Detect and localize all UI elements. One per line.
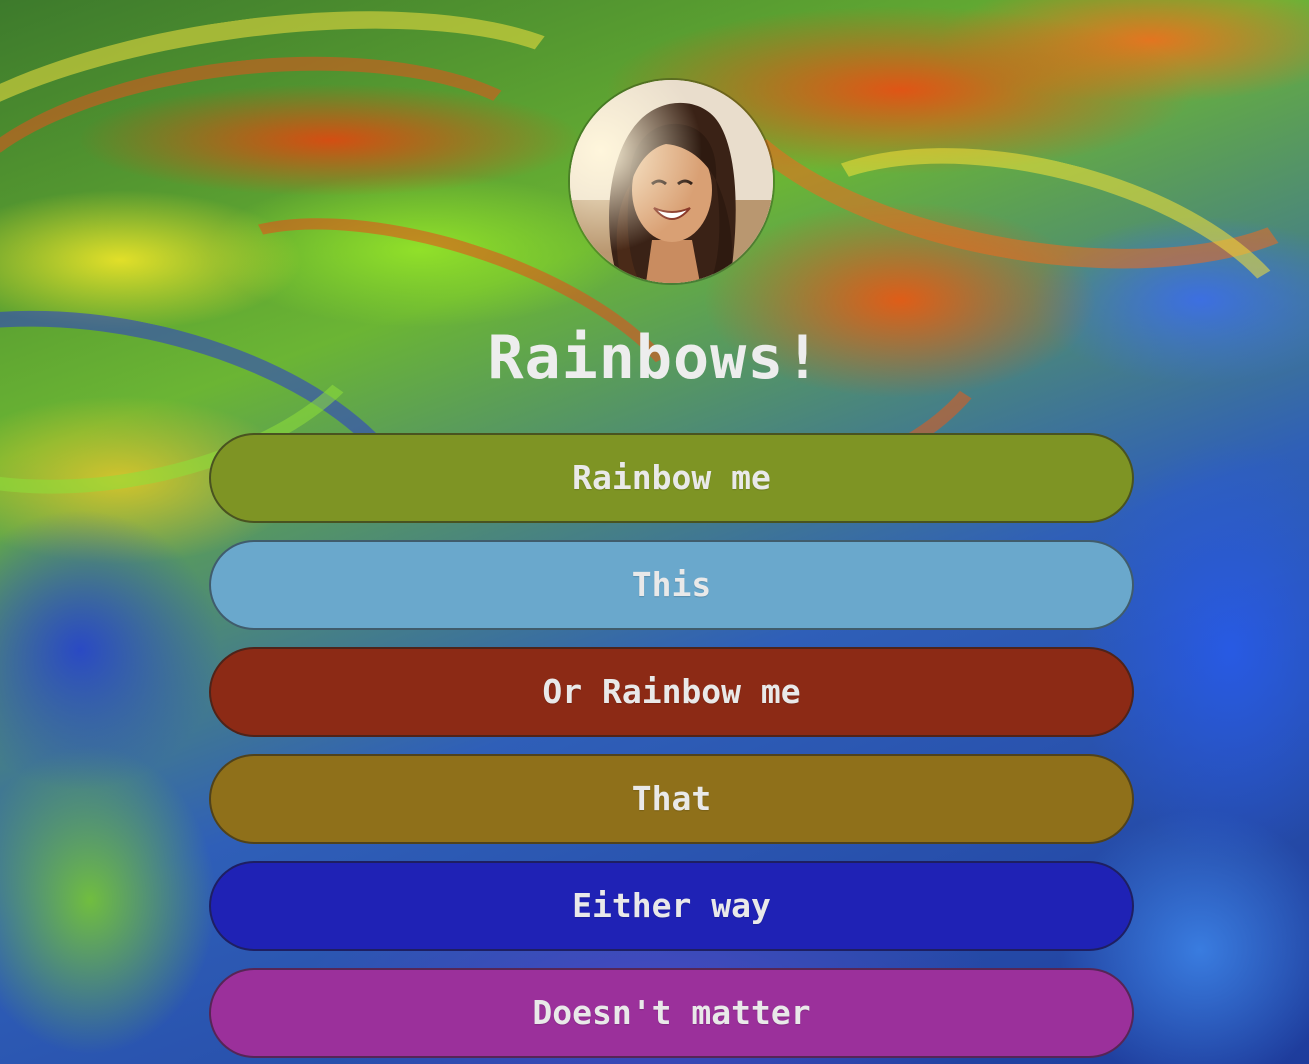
profile-photo <box>570 80 773 283</box>
page-title: Rainbows! <box>487 323 822 393</box>
link-button-rainbow-me[interactable]: Rainbow me <box>209 433 1134 523</box>
link-button-or-rainbow-me[interactable]: Or Rainbow me <box>209 647 1134 737</box>
link-button-either-way[interactable]: Either way <box>209 861 1134 951</box>
link-button-that[interactable]: That <box>209 754 1134 844</box>
link-list: Rainbow me This Or Rainbow me That Eithe… <box>209 433 1134 1064</box>
link-button-doesnt-matter[interactable]: Doesn't matter <box>209 968 1134 1058</box>
link-button-this[interactable]: This <box>209 540 1134 630</box>
profile-avatar <box>570 80 773 283</box>
